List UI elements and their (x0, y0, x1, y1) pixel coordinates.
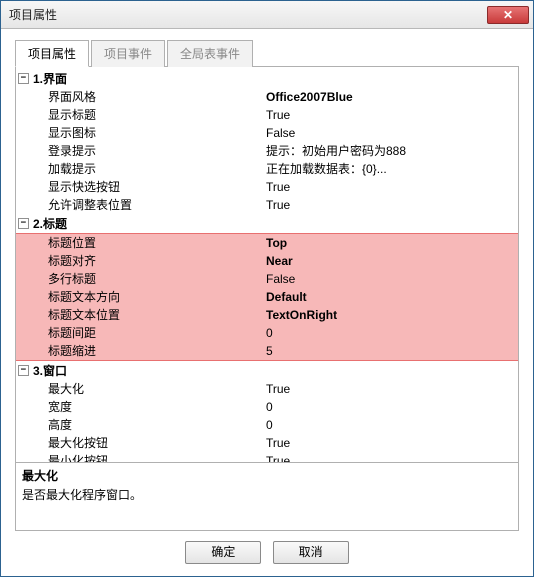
property-label: 标题对齐 (48, 253, 266, 269)
close-button[interactable]: ✕ (487, 6, 529, 24)
property-row[interactable]: 标题文本方向Default (16, 288, 518, 306)
property-label: 加载提示 (48, 161, 266, 177)
property-row[interactable]: 最小化按钮True (16, 452, 518, 462)
category-header[interactable]: −1.界面 (16, 69, 518, 88)
property-value: True (266, 435, 290, 451)
property-row[interactable]: 加载提示正在加载数据表：{0}... (16, 160, 518, 178)
property-value: Top (266, 235, 287, 251)
property-label: 允许调整表位置 (48, 197, 266, 213)
collapse-icon[interactable]: − (18, 73, 29, 84)
property-value: TextOnRight (266, 307, 337, 323)
tab-project-properties[interactable]: 项目属性 (15, 40, 89, 67)
property-value: 提示：初始用户密码为888 (266, 143, 406, 159)
property-value: Office2007Blue (266, 89, 353, 105)
category-title: 2.标题 (33, 215, 67, 232)
property-label: 高度 (48, 417, 266, 433)
property-value: True (266, 381, 290, 397)
property-value: True (266, 453, 290, 462)
property-label: 最大化按钮 (48, 435, 266, 451)
property-label: 显示快选按钮 (48, 179, 266, 195)
property-row[interactable]: 多行标题False (16, 270, 518, 288)
category-header[interactable]: −3.窗口 (16, 361, 518, 380)
property-label: 宽度 (48, 399, 266, 415)
property-value: False (266, 125, 295, 141)
property-panel: −1.界面界面风格Office2007Blue显示标题True显示图标False… (15, 67, 519, 531)
property-value: 0 (266, 399, 273, 415)
collapse-icon[interactable]: − (18, 365, 29, 376)
tab-project-events[interactable]: 项目事件 (91, 40, 165, 67)
property-row[interactable]: 允许调整表位置True (16, 196, 518, 214)
property-row[interactable]: 显示标题True (16, 106, 518, 124)
property-value: Default (266, 289, 307, 305)
property-row[interactable]: 显示快选按钮True (16, 178, 518, 196)
window-title: 项目属性 (9, 6, 487, 23)
property-label: 最大化 (48, 381, 266, 397)
description-text: 是否最大化程序窗口。 (22, 486, 512, 503)
ok-button[interactable]: 确定 (185, 541, 261, 564)
property-value: Near (266, 253, 293, 269)
titlebar: 项目属性 ✕ (1, 1, 533, 29)
property-label: 最小化按钮 (48, 453, 266, 462)
cancel-button[interactable]: 取消 (273, 541, 349, 564)
property-row[interactable]: 标题对齐Near (16, 252, 518, 270)
property-row[interactable]: 最大化True (16, 380, 518, 398)
property-row[interactable]: 标题位置Top (16, 233, 518, 252)
property-value: True (266, 197, 290, 213)
property-row[interactable]: 显示图标False (16, 124, 518, 142)
property-row[interactable]: 最大化按钮True (16, 434, 518, 452)
property-label: 登录提示 (48, 143, 266, 159)
property-row[interactable]: 界面风格Office2007Blue (16, 88, 518, 106)
property-row[interactable]: 标题文本位置TextOnRight (16, 306, 518, 324)
property-label: 标题位置 (48, 235, 266, 251)
property-label: 标题文本位置 (48, 307, 266, 323)
property-value: 5 (266, 343, 273, 359)
tab-strip: 项目属性 项目事件 全局表事件 (15, 39, 519, 67)
collapse-icon[interactable]: − (18, 218, 29, 229)
property-label: 多行标题 (48, 271, 266, 287)
property-row[interactable]: 登录提示提示：初始用户密码为888 (16, 142, 518, 160)
property-grid[interactable]: −1.界面界面风格Office2007Blue显示标题True显示图标False… (16, 67, 518, 462)
category-header[interactable]: −2.标题 (16, 214, 518, 233)
tab-global-table-events[interactable]: 全局表事件 (167, 40, 253, 67)
category-title: 3.窗口 (33, 362, 67, 379)
property-value: True (266, 107, 290, 123)
property-row[interactable]: 标题缩进5 (16, 342, 518, 361)
property-label: 标题间距 (48, 325, 266, 341)
property-value: 0 (266, 417, 273, 433)
property-value: True (266, 179, 290, 195)
property-row[interactable]: 宽度0 (16, 398, 518, 416)
property-value: 正在加载数据表：{0}... (266, 161, 387, 177)
property-value: 0 (266, 325, 273, 341)
property-row[interactable]: 标题间距0 (16, 324, 518, 342)
property-value: False (266, 271, 295, 287)
property-label: 标题缩进 (48, 343, 266, 359)
description-title: 最大化 (22, 467, 512, 484)
property-label: 标题文本方向 (48, 289, 266, 305)
close-icon: ✕ (503, 8, 513, 22)
button-bar: 确定 取消 (15, 531, 519, 568)
property-label: 显示图标 (48, 125, 266, 141)
property-label: 显示标题 (48, 107, 266, 123)
property-row[interactable]: 高度0 (16, 416, 518, 434)
content-area: 项目属性 项目事件 全局表事件 −1.界面界面风格Office2007Blue显… (1, 29, 533, 576)
description-box: 最大化 是否最大化程序窗口。 (16, 462, 518, 530)
property-label: 界面风格 (48, 89, 266, 105)
category-title: 1.界面 (33, 70, 67, 87)
